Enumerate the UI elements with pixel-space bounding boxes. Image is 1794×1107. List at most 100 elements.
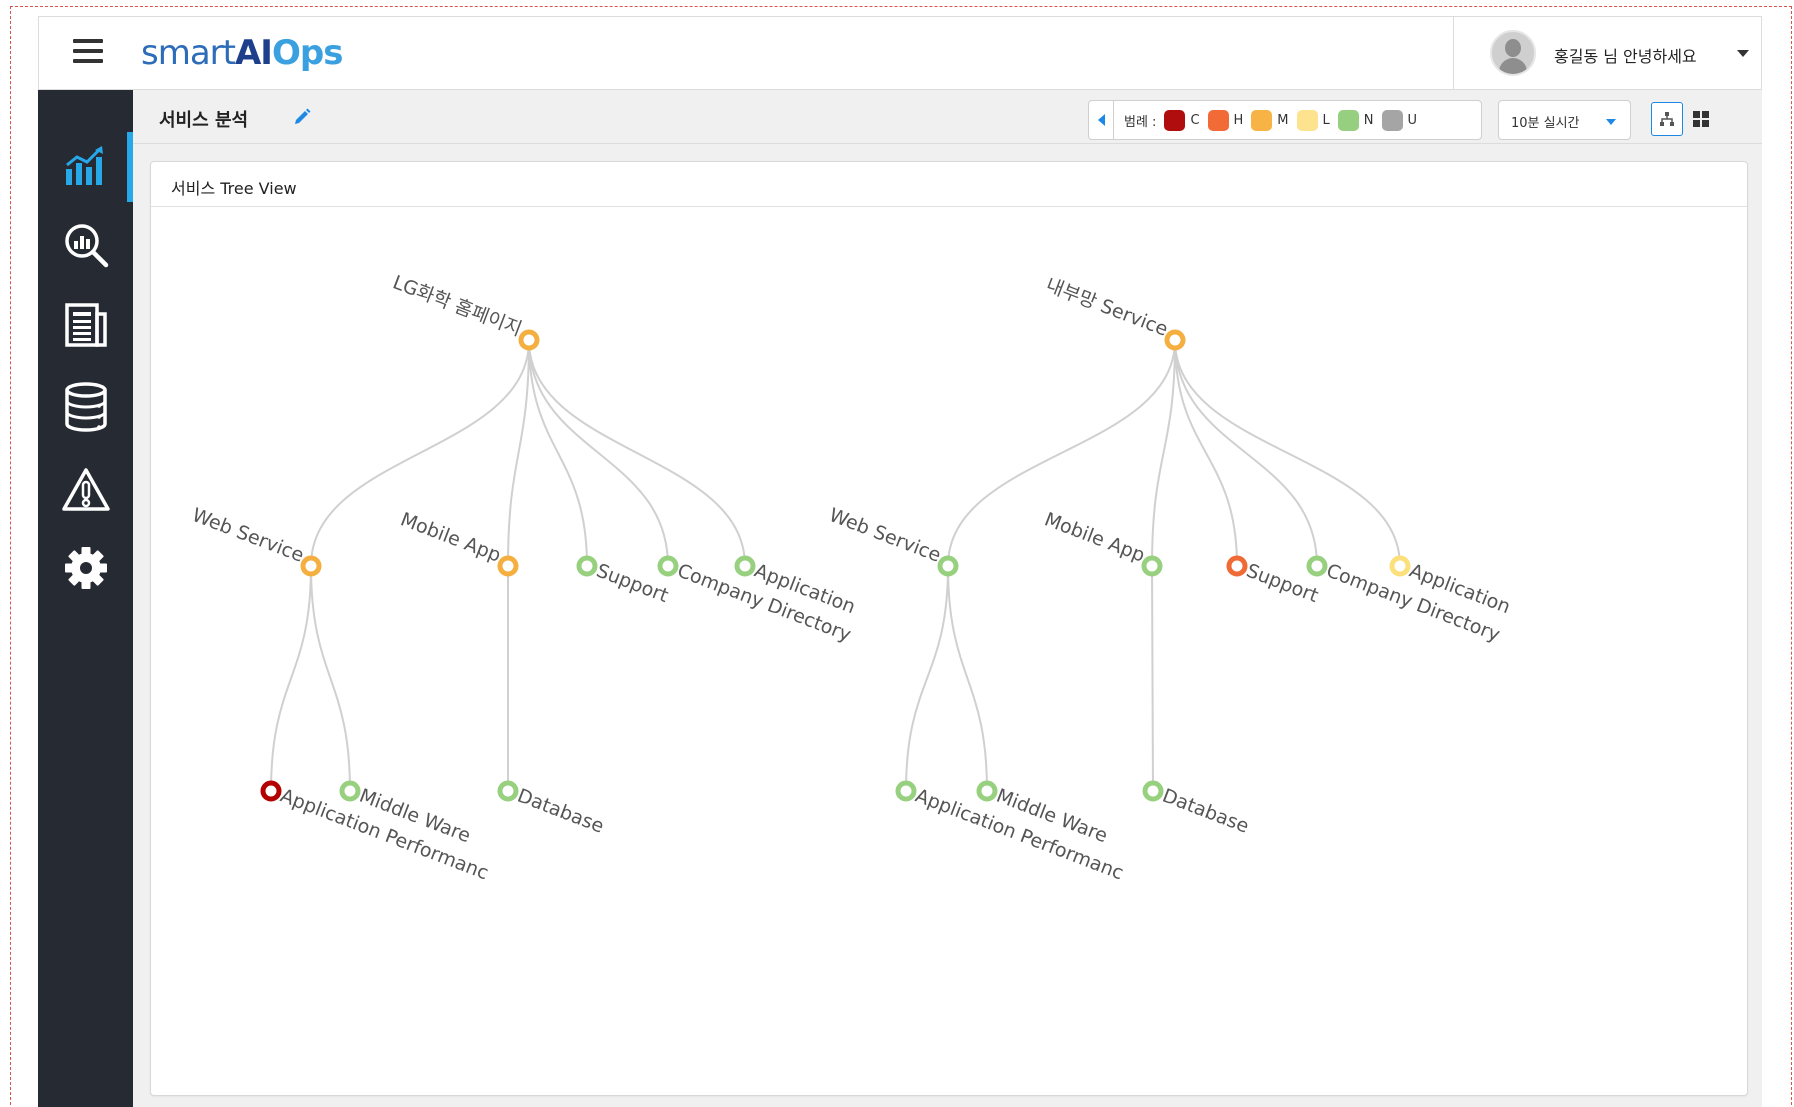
tree-link: [905, 565, 949, 792]
sidebar-item-reports[interactable]: [38, 290, 133, 360]
app-window: smartAIOps 홍길동 님 안녕하세요 서비스 분석 범례: C H M…: [38, 16, 1762, 1107]
node-status-marker[interactable]: [339, 780, 361, 802]
document-icon: [64, 303, 107, 347]
node-status-marker[interactable]: [1141, 555, 1163, 577]
status-legend: 범례 : C H M L N U: [1088, 100, 1482, 140]
tree-link: [1174, 339, 1238, 567]
tree-node[interactable]: LG화학 홈페이지: [390, 271, 540, 351]
node-status-marker[interactable]: [497, 780, 519, 802]
user-menu[interactable]: 홍길동 님 안녕하세요: [1453, 17, 1761, 89]
avatar[interactable]: [1490, 30, 1536, 76]
node-label: Web Service: [189, 504, 307, 567]
user-greeting: 홍길동 님 안녕하세요: [1554, 47, 1697, 66]
node-status-marker[interactable]: [576, 555, 598, 577]
legend-label: 범례 :: [1124, 114, 1157, 130]
logo-text-ops: Ops: [271, 33, 343, 73]
tree-link: [947, 565, 988, 792]
warning-icon: [61, 468, 110, 511]
service-tree: LG화학 홈페이지Web ServiceApplication Performa…: [189, 271, 1513, 884]
chevron-down-icon: [1606, 119, 1616, 125]
tree-node[interactable]: Database: [497, 780, 607, 838]
node-status-marker[interactable]: [976, 780, 998, 802]
chevron-left-icon[interactable]: [1098, 114, 1105, 126]
legend-swatch: [1164, 109, 1186, 131]
sidebar-item-database[interactable]: [38, 372, 133, 442]
node-status-marker[interactable]: [497, 555, 519, 577]
tree-link: [507, 339, 530, 567]
tree-link: [528, 339, 669, 567]
logo-text-smart: smart: [141, 33, 236, 73]
service-tree-panel: 서비스 Tree View LG화학 홈페이지 Web Service Applic…: [150, 161, 1748, 1096]
tree-link: [1174, 339, 1401, 567]
database-icon: [64, 382, 107, 432]
tree-link: [1174, 339, 1318, 567]
node-label: Web Service: [826, 504, 944, 567]
node-status-marker[interactable]: [734, 555, 756, 577]
search-chart-icon: [64, 224, 108, 268]
legend-code: M: [1277, 112, 1289, 128]
logo[interactable]: smartAIOps: [141, 33, 343, 73]
node-status-marker[interactable]: [518, 329, 540, 351]
tree-node[interactable]: 내부망 Service: [1043, 274, 1186, 351]
sidebar-item-alerts[interactable]: [38, 455, 133, 525]
sidebar-item-analysis[interactable]: [38, 210, 133, 280]
time-range-select[interactable]: 10분 실시간: [1498, 100, 1631, 140]
bar-chart-icon: [65, 146, 103, 185]
tree-node[interactable]: Mobile App: [397, 508, 519, 577]
node-status-marker[interactable]: [937, 555, 959, 577]
tree-link: [1151, 339, 1176, 567]
grid-view-button[interactable]: [1685, 102, 1717, 136]
node-status-marker[interactable]: [1164, 329, 1186, 351]
legend-item-h: H: [1207, 109, 1244, 131]
chevron-down-icon[interactable]: [1737, 50, 1749, 57]
tree-node[interactable]: Database: [1142, 780, 1252, 838]
legend-code: N: [1363, 112, 1374, 128]
logo-text-ai: AI: [234, 33, 273, 73]
legend-swatch: [1381, 109, 1403, 131]
node-status-marker[interactable]: [1226, 555, 1248, 577]
legend-code: L: [1322, 112, 1330, 128]
node-status-marker[interactable]: [1389, 555, 1411, 577]
tree-node[interactable]: Support: [576, 555, 671, 607]
tree-link: [528, 339, 746, 567]
tree-view-button[interactable]: [1651, 102, 1683, 136]
legend-swatch: [1251, 109, 1273, 131]
pencil-icon[interactable]: [293, 108, 311, 126]
node-status-marker[interactable]: [657, 555, 679, 577]
node-status-marker[interactable]: [260, 780, 282, 802]
sidebar-item-settings[interactable]: [38, 533, 133, 603]
legend-item-m: M: [1251, 109, 1289, 131]
legend-swatch: [1207, 109, 1229, 131]
node-label: Mobile App: [397, 508, 503, 566]
gear-icon: [64, 547, 107, 589]
node-status-marker[interactable]: [1142, 780, 1164, 802]
tree-node[interactable]: Web Service: [189, 504, 322, 577]
node-status-marker[interactable]: [895, 780, 917, 802]
node-label: Mobile App: [1041, 508, 1147, 566]
tree-node[interactable]: Mobile App: [1041, 508, 1163, 577]
node-label: 내부망 Service: [1043, 274, 1171, 341]
legend-swatch: [1296, 109, 1318, 131]
node-status-marker[interactable]: [1306, 555, 1328, 577]
top-header: smartAIOps 홍길동 님 안녕하세요: [38, 16, 1762, 90]
legend-item-n: N: [1337, 109, 1374, 131]
hierarchy-icon: [1660, 112, 1674, 126]
node-label: Database: [1159, 785, 1252, 838]
legend-code: C: [1190, 112, 1200, 128]
node-label: LG화학 홈페이지: [390, 271, 525, 340]
legend-code: U: [1407, 112, 1418, 128]
tree-link: [270, 565, 312, 792]
legend-item-l: L: [1296, 109, 1330, 131]
tree-link: [1151, 565, 1154, 792]
grid-icon: [1693, 111, 1709, 127]
sidebar-item-dashboard[interactable]: [38, 132, 133, 202]
legend-code: H: [1233, 112, 1244, 128]
node-label: Database: [514, 785, 607, 838]
page-toolbar: 서비스 분석 범례 : C H M L N U 10분 실시간: [133, 90, 1762, 144]
hamburger-menu-icon[interactable]: [73, 39, 103, 65]
tree-node[interactable]: Web Service: [826, 504, 959, 577]
legend-swatch: [1337, 109, 1359, 131]
legend-item-c: C: [1164, 109, 1200, 131]
node-status-marker[interactable]: [300, 555, 322, 577]
tree-link: [310, 565, 351, 792]
